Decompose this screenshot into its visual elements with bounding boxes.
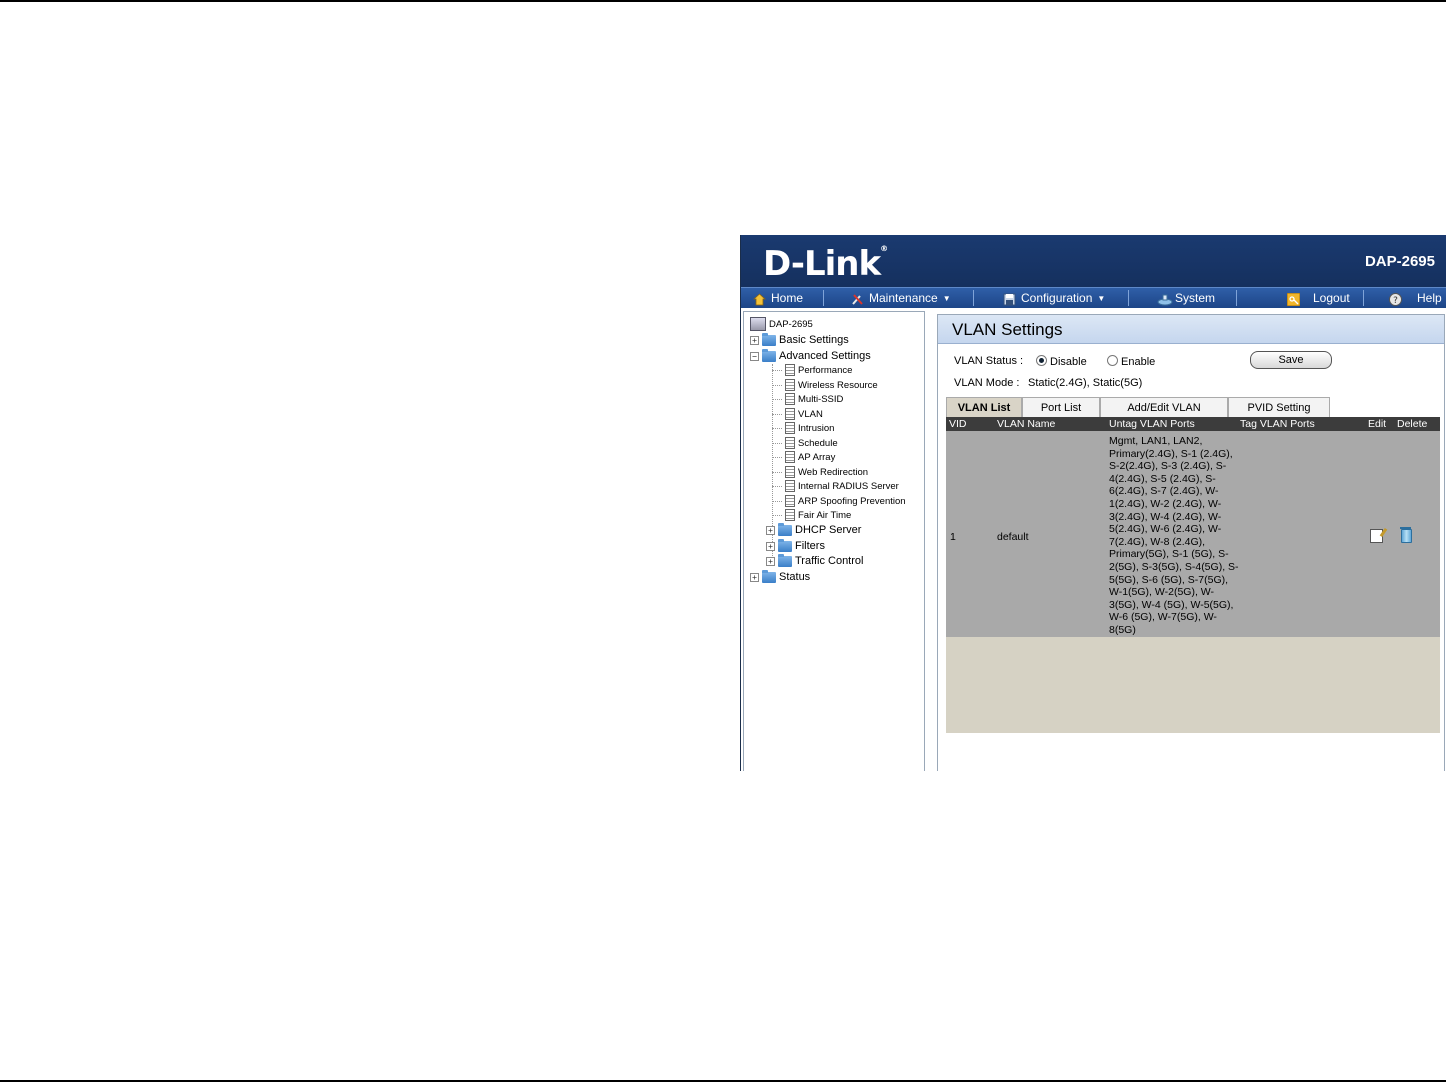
tree-item-vlan[interactable]: VLAN [772, 407, 823, 421]
col-delete: Delete [1397, 418, 1428, 430]
expand-plus-icon: + [766, 541, 775, 551]
tab-add-edit-vlan[interactable]: Add/Edit VLAN [1100, 397, 1228, 417]
radio-unselected-icon [1107, 355, 1118, 366]
home-icon [752, 292, 767, 305]
folder-icon [778, 553, 792, 567]
tab-port-list[interactable]: Port List [1022, 397, 1100, 417]
col-edit: Edit [1368, 418, 1387, 430]
tree-basic-settings[interactable]: + Basic Settings [750, 332, 849, 347]
edit-icon[interactable] [1370, 529, 1383, 543]
help-icon: ? [1389, 292, 1402, 306]
folder-icon [778, 538, 792, 552]
page-icon [785, 437, 795, 449]
page-icon [785, 408, 795, 420]
tree-filters[interactable]: + Filters [766, 538, 825, 553]
expand-plus-icon: + [766, 556, 775, 566]
cell-vid: 1 [950, 531, 956, 543]
col-tag-ports: Tag VLAN Ports [1240, 418, 1315, 430]
key-icon [1286, 292, 1301, 306]
col-untag-ports: Untag VLAN Ports [1109, 418, 1195, 430]
menu-system[interactable]: System [1157, 288, 1215, 308]
table-header: VID VLAN Name Untag VLAN Ports Tag VLAN … [946, 417, 1440, 431]
system-icon [1157, 292, 1173, 305]
vlan-list-table: VID VLAN Name Untag VLAN Ports Tag VLAN … [946, 417, 1440, 733]
vlan-mode-label: VLAN Mode : [954, 377, 1020, 389]
menu-maintenance[interactable]: Maintenance ▼ [851, 288, 951, 308]
device-model: DAP-2695 [1364, 253, 1435, 270]
tree-item-wireless-resource[interactable]: Wireless Resource [772, 378, 878, 392]
computer-icon [750, 317, 766, 331]
folder-icon [778, 522, 792, 536]
vlan-tabs: VLAN List Port List Add/Edit VLAN PVID S… [946, 397, 1330, 417]
tree-item-web-redirection[interactable]: Web Redirection [772, 465, 868, 479]
col-vlan-name: VLAN Name [997, 418, 1056, 430]
page-icon [785, 451, 795, 463]
tree-advanced-settings[interactable]: − Advanced Settings [750, 348, 871, 363]
trash-icon[interactable] [1400, 527, 1412, 543]
nav-tree: DAP-2695 + Basic Settings − Advanced Set… [743, 311, 925, 771]
page-title: VLAN Settings [938, 315, 1444, 344]
tree-traffic-control[interactable]: + Traffic Control [766, 553, 863, 568]
vlan-status-enable-radio[interactable]: Enable [1107, 355, 1155, 368]
cell-untag-ports: Mgmt, LAN1, LAN2, Primary(2.4G), S-1 (2.… [1109, 435, 1239, 636]
folder-icon [762, 332, 776, 346]
page-icon [785, 422, 795, 434]
page-icon [785, 466, 795, 478]
tools-icon [851, 292, 864, 305]
menu-configuration[interactable]: Configuration ▼ [1003, 288, 1105, 308]
svg-text:?: ? [1393, 296, 1398, 306]
cell-vlan-name: default [997, 531, 1029, 543]
chevron-down-icon: ▼ [1097, 293, 1106, 303]
tree-dhcp-server[interactable]: + DHCP Server [766, 522, 861, 537]
radio-selected-icon [1036, 355, 1047, 366]
tree-item-fair-air-time[interactable]: Fair Air Time [772, 508, 851, 522]
top-menu-bar: Home Maintenance ▼ Configuration ▼ Syste… [741, 287, 1446, 308]
collapse-minus-icon: − [750, 351, 759, 361]
tree-item-performance[interactable]: Performance [772, 363, 852, 377]
page-icon [785, 480, 795, 492]
folder-icon [762, 569, 776, 583]
vlan-settings-panel: VLAN Settings VLAN Status : Disable Enab… [937, 314, 1445, 771]
save-button[interactable]: Save [1250, 351, 1332, 369]
page-icon [785, 379, 795, 391]
open-folder-icon [762, 348, 776, 362]
tree-item-ap-array[interactable]: AP Array [772, 450, 835, 464]
tree-item-arp-spoofing-prevention[interactable]: ARP Spoofing Prevention [772, 494, 906, 508]
tab-vlan-list[interactable]: VLAN List [946, 397, 1022, 417]
page-icon [785, 393, 795, 405]
vlan-status-label: VLAN Status : [954, 355, 1024, 367]
page-top-rule [0, 0, 1446, 2]
menu-home[interactable]: Home [752, 288, 803, 308]
expand-plus-icon: + [750, 335, 759, 345]
table-row: 1 default Mgmt, LAN1, LAN2, Primary(2.4G… [946, 431, 1440, 637]
expand-plus-icon: + [750, 572, 759, 582]
page-bottom-rule [0, 1080, 1446, 1082]
tree-root[interactable]: DAP-2695 [750, 317, 813, 331]
dlink-logo: D-Link® [763, 244, 888, 284]
chevron-down-icon: ▼ [942, 293, 951, 303]
expand-plus-icon: + [766, 525, 775, 535]
menu-logout[interactable]: Logout [1286, 288, 1350, 308]
tree-item-internal-radius-server[interactable]: Internal RADIUS Server [772, 479, 899, 493]
menu-help[interactable]: ? Help [1389, 288, 1442, 308]
tab-pvid-setting[interactable]: PVID Setting [1228, 397, 1330, 417]
tree-item-schedule[interactable]: Schedule [772, 436, 838, 450]
vlan-status-disable-radio[interactable]: Disable [1036, 355, 1087, 368]
page-icon [785, 364, 795, 376]
tree-item-multi-ssid[interactable]: Multi-SSID [772, 392, 843, 406]
dlink-web-ui: D-Link® DAP-2695 Home Maintenance ▼ Conf… [740, 235, 1446, 771]
save-disk-icon [1003, 292, 1016, 305]
page-icon [785, 509, 795, 521]
col-vid: VID [949, 418, 967, 430]
header-banner: D-Link® DAP-2695 [741, 235, 1446, 287]
tree-status[interactable]: + Status [750, 569, 810, 584]
vlan-mode-value: Static(2.4G), Static(5G) [1028, 377, 1143, 389]
page-icon [785, 495, 795, 507]
tree-item-intrusion[interactable]: Intrusion [772, 421, 834, 435]
